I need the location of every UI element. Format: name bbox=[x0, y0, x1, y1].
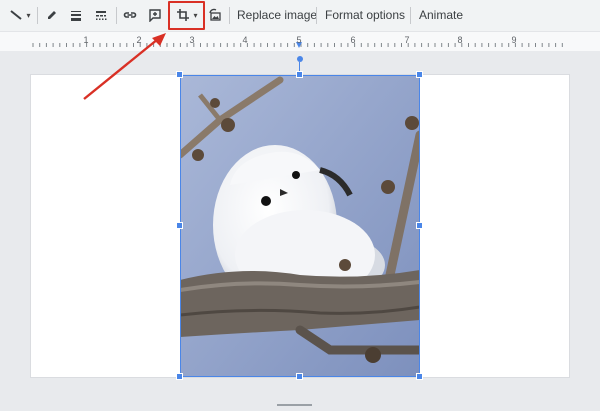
ruler-label: 2 bbox=[136, 35, 142, 45]
toolbar-divider bbox=[116, 7, 117, 24]
border-dash-button[interactable] bbox=[92, 5, 110, 25]
horizontal-ruler[interactable]: 1 2 3 4 5 6 7 8 9 bbox=[0, 32, 600, 50]
border-color-button[interactable] bbox=[43, 5, 61, 25]
page-divider bbox=[277, 404, 312, 406]
insert-link-button[interactable] bbox=[121, 5, 139, 25]
replace-image-button[interactable]: Replace image bbox=[237, 8, 317, 22]
toolbar-divider bbox=[229, 7, 230, 24]
ruler-label: 7 bbox=[404, 35, 410, 45]
resize-handle-top-right[interactable] bbox=[416, 71, 423, 78]
add-comment-icon bbox=[149, 9, 161, 22]
resize-handle-bottom[interactable] bbox=[296, 373, 303, 380]
image-selection-frame bbox=[180, 75, 420, 377]
format-options-button[interactable]: Format options bbox=[325, 8, 405, 22]
line-weight-icon bbox=[71, 11, 81, 21]
border-weight-button[interactable] bbox=[67, 5, 85, 25]
resize-handle-top-left[interactable] bbox=[176, 71, 183, 78]
ruler-label: 9 bbox=[511, 35, 517, 45]
line-dash-icon bbox=[96, 11, 107, 20]
resize-handle-right[interactable] bbox=[416, 222, 423, 229]
toolbar-divider bbox=[410, 7, 411, 24]
toolbar-divider bbox=[316, 7, 317, 24]
reset-image-button[interactable] bbox=[207, 5, 223, 25]
add-comment-button[interactable] bbox=[146, 5, 164, 25]
line-style-button[interactable]: ▾ bbox=[6, 5, 34, 25]
crop-highlight-annotation bbox=[168, 1, 205, 30]
ruler-label: 8 bbox=[457, 35, 463, 45]
ruler-label: 5 bbox=[296, 35, 302, 45]
link-icon bbox=[123, 12, 137, 18]
resize-handle-bottom-left[interactable] bbox=[176, 373, 183, 380]
reset-image-icon bbox=[209, 8, 221, 21]
ruler-label: 1 bbox=[83, 35, 89, 45]
resize-handle-top[interactable] bbox=[296, 71, 303, 78]
ruler-label: 3 bbox=[189, 35, 195, 45]
ruler-label: 4 bbox=[242, 35, 248, 45]
rotate-handle[interactable] bbox=[297, 56, 303, 62]
resize-handle-left[interactable] bbox=[176, 222, 183, 229]
animate-button[interactable]: Animate bbox=[419, 8, 463, 22]
line-style-icon bbox=[10, 10, 23, 20]
chevron-down-icon: ▾ bbox=[26, 10, 31, 20]
toolbar-divider bbox=[37, 7, 38, 24]
pencil-icon bbox=[48, 11, 56, 19]
ruler-label: 6 bbox=[350, 35, 356, 45]
toolbar: ▾ ▾ Replace image Format options Animate bbox=[0, 0, 600, 32]
resize-handle-bottom-right[interactable] bbox=[416, 373, 423, 380]
